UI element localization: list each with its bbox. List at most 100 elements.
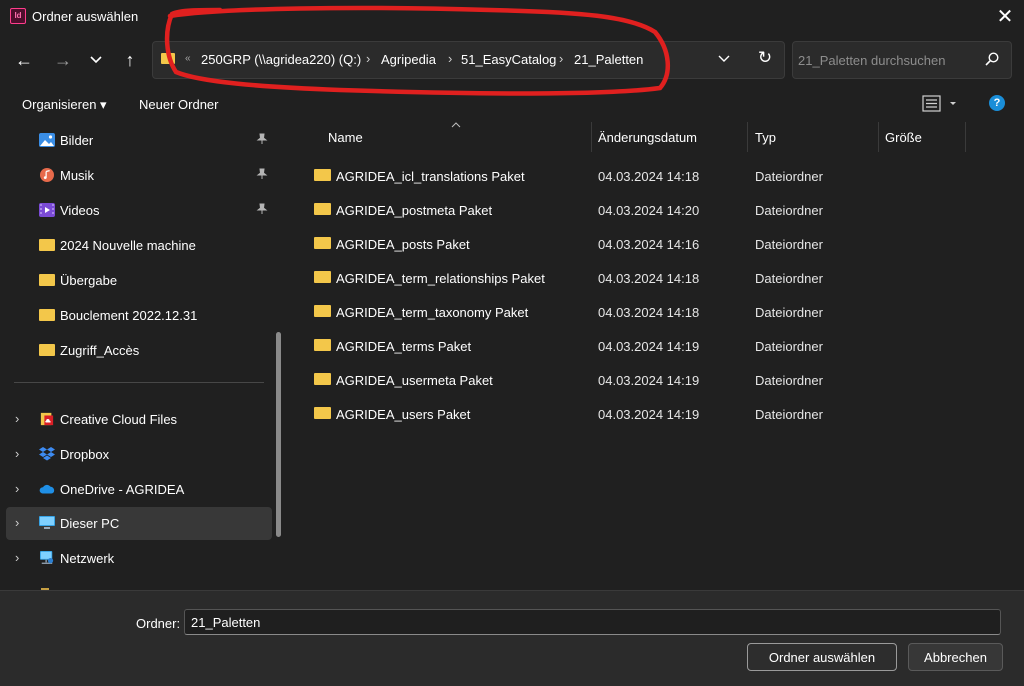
file-name: AGRIDEA_posts Paket xyxy=(336,237,470,252)
file-date: 04.03.2024 14:18 xyxy=(598,271,700,286)
folder-icon xyxy=(314,169,331,181)
help-button[interactable]: ? xyxy=(989,95,1005,111)
expand-chevron-icon[interactable]: › xyxy=(15,481,19,496)
expand-chevron-icon[interactable]: › xyxy=(15,515,19,530)
file-type: Dateiordner xyxy=(755,237,823,252)
file-type: Dateiordner xyxy=(755,373,823,388)
sidebar-item-musik[interactable]: Musik xyxy=(0,159,272,192)
recent-locations-button[interactable] xyxy=(80,44,112,76)
view-options-button[interactable] xyxy=(922,94,958,114)
search-input[interactable]: 21_Paletten durchsuchen xyxy=(792,41,1012,79)
sidebar-item-2024-nouvelle-machine[interactable]: 2024 Nouvelle machine xyxy=(0,229,272,262)
chevron-down-icon xyxy=(90,56,102,64)
file-date: 04.03.2024 14:19 xyxy=(598,373,700,388)
file-date: 04.03.2024 14:18 xyxy=(598,169,700,184)
select-folder-button[interactable]: Ordner auswählen xyxy=(747,643,897,671)
sidebar-item-label: Videos xyxy=(60,203,100,218)
sidebar-item-bilder[interactable]: Bilder xyxy=(0,124,272,157)
dropbox-icon xyxy=(39,447,55,461)
pictures-icon xyxy=(39,133,55,147)
column-header-type[interactable]: Typ xyxy=(755,130,776,145)
window-title: Ordner auswählen xyxy=(32,9,139,24)
folder-icon xyxy=(39,309,55,321)
folder-icon xyxy=(314,339,331,351)
sidebar-item-zugriff-acces[interactable]: Zugriff_Accès xyxy=(0,334,272,367)
forward-button[interactable]: → xyxy=(47,44,79,76)
file-name: AGRIDEA_term_relationships Paket xyxy=(336,271,545,286)
sidebar-item-label: Creative Cloud Files xyxy=(60,412,178,427)
sidebar-scrollbar[interactable] xyxy=(276,332,281,537)
folder-icon xyxy=(314,407,331,419)
file-name: AGRIDEA_postmeta Paket xyxy=(336,203,493,218)
music-icon xyxy=(40,168,54,182)
folder-icon xyxy=(314,305,331,317)
file-row[interactable]: AGRIDEA_icl_translations Paket 04.03.202… xyxy=(293,158,1003,192)
file-date: 04.03.2024 14:18 xyxy=(598,305,700,320)
file-name: AGRIDEA_terms Paket xyxy=(336,339,472,354)
column-separator[interactable] xyxy=(878,122,879,152)
sidebar-item-onedrive[interactable]: › OneDrive - AGRIDEA xyxy=(0,473,272,506)
file-row[interactable]: AGRIDEA_users Paket 04.03.2024 14:19 Dat… xyxy=(293,396,1003,430)
sidebar-item-label: Bilder xyxy=(60,133,94,148)
file-row[interactable]: AGRIDEA_posts Paket 04.03.2024 14:16 Dat… xyxy=(293,226,1003,260)
file-name: AGRIDEA_users Paket xyxy=(336,407,471,422)
column-header-size[interactable]: Größe xyxy=(885,130,922,145)
sidebar-item-label: Netzwerk xyxy=(60,551,115,566)
sidebar-item-label: Dieser PC xyxy=(60,516,120,531)
back-button[interactable]: ← xyxy=(8,44,40,76)
pin-icon[interactable] xyxy=(256,168,268,183)
column-header-date[interactable]: Änderungsdatum xyxy=(598,130,697,145)
column-separator[interactable] xyxy=(965,122,966,152)
expand-chevron-icon[interactable]: › xyxy=(15,550,19,565)
file-row[interactable]: AGRIDEA_terms Paket 04.03.2024 14:19 Dat… xyxy=(293,328,1003,362)
folder-icon xyxy=(314,271,331,283)
column-header-name[interactable]: Name xyxy=(328,130,363,145)
videos-icon xyxy=(39,203,55,217)
column-separator[interactable] xyxy=(747,122,748,152)
file-row[interactable]: AGRIDEA_term_relationships Paket 04.03.2… xyxy=(293,260,1003,294)
file-name: AGRIDEA_usermeta Paket xyxy=(336,373,493,388)
folder-label: Ordner: xyxy=(136,616,181,631)
expand-chevron-icon[interactable]: › xyxy=(15,411,19,426)
sidebar-item-videos[interactable]: Videos xyxy=(0,194,272,227)
file-row[interactable]: AGRIDEA_postmeta Paket 04.03.2024 14:20 … xyxy=(293,192,1003,226)
folder-icon xyxy=(314,373,331,385)
indesign-app-icon: Id xyxy=(10,8,26,24)
file-list[interactable]: Name Änderungsdatum Typ Größe AGRIDEA_ic… xyxy=(293,122,1024,590)
folder-icon xyxy=(39,274,55,286)
sidebar-item-netzwerk[interactable]: › Netzwerk xyxy=(0,542,272,575)
organize-menu-button[interactable]: Organisieren ▾ xyxy=(22,97,107,113)
sidebar-item-uebergabe[interactable]: Übergabe xyxy=(0,264,272,297)
sidebar-item-label: Musik xyxy=(60,168,94,183)
up-button[interactable]: ↑ xyxy=(114,44,146,76)
address-dropdown-button[interactable] xyxy=(717,48,731,71)
sidebar-item-dieser-pc[interactable]: › Dieser PC xyxy=(6,507,272,540)
search-icon xyxy=(985,52,999,66)
network-icon xyxy=(40,551,54,564)
file-type: Dateiordner xyxy=(755,271,823,286)
pin-icon[interactable] xyxy=(256,203,268,218)
new-folder-button[interactable]: Neuer Ordner xyxy=(139,97,218,112)
close-button[interactable]: ✕ xyxy=(988,4,1022,30)
file-date: 04.03.2024 14:16 xyxy=(598,237,700,252)
sidebar-item-dropbox[interactable]: › Dropbox xyxy=(0,438,272,471)
sidebar-item-bouclement[interactable]: Bouclement 2022.12.31 xyxy=(0,299,272,332)
file-type: Dateiordner xyxy=(755,305,823,320)
file-row[interactable]: AGRIDEA_usermeta Paket 04.03.2024 14:19 … xyxy=(293,362,1003,396)
navigation-pane[interactable]: Bilder Musik Videos 2024 Nouvelle machin… xyxy=(0,122,290,590)
folder-name-input[interactable] xyxy=(184,609,1001,635)
sidebar-item-creative-cloud-files[interactable]: › Creative Cloud Files xyxy=(0,403,272,436)
cancel-button[interactable]: Abbrechen xyxy=(908,643,1003,671)
file-date: 04.03.2024 14:20 xyxy=(598,203,700,218)
chevron-down-icon xyxy=(718,55,730,62)
file-type: Dateiordner xyxy=(755,169,823,184)
sidebar-item-label: 2024 Nouvelle machine xyxy=(60,238,196,253)
pin-icon[interactable] xyxy=(256,133,268,148)
file-name: AGRIDEA_term_taxonomy Paket xyxy=(336,305,529,320)
folder-icon xyxy=(314,203,331,215)
folder-icon xyxy=(39,344,55,356)
refresh-button[interactable]: ↻ xyxy=(753,46,777,70)
expand-chevron-icon[interactable]: › xyxy=(15,446,19,461)
column-separator[interactable] xyxy=(591,122,592,152)
file-row[interactable]: AGRIDEA_term_taxonomy Paket 04.03.2024 1… xyxy=(293,294,1003,328)
